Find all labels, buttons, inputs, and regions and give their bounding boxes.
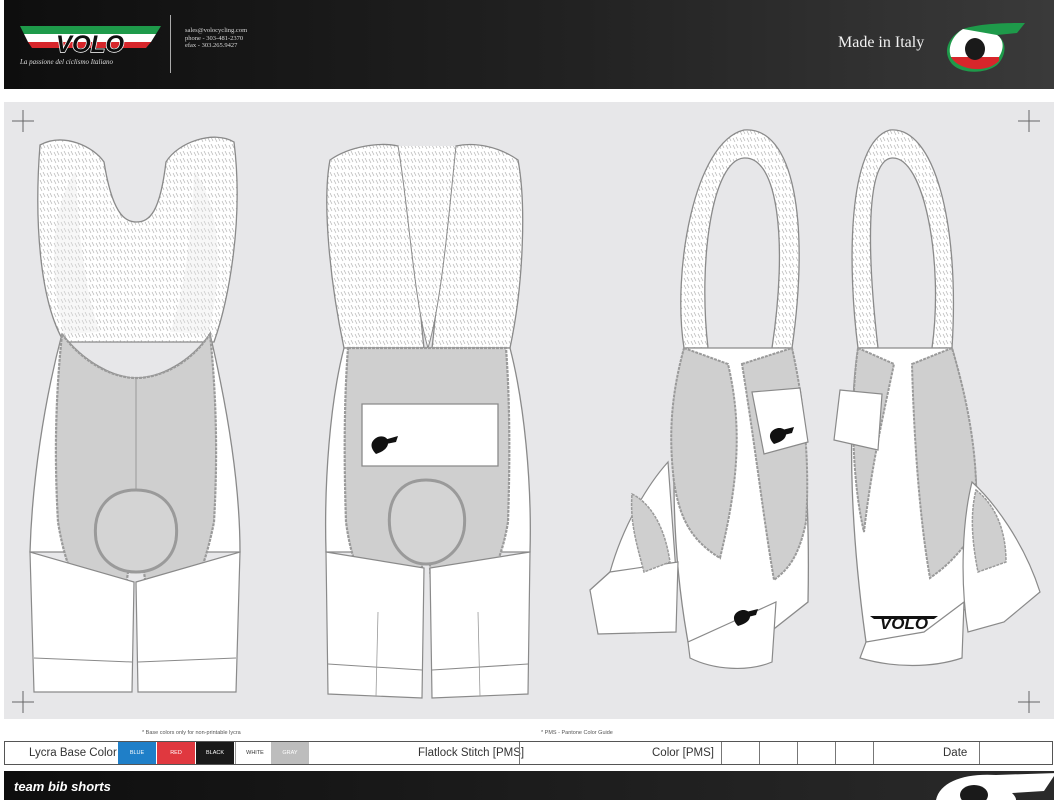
back-view-illustration <box>324 143 531 699</box>
color-pms-label: Color [PMS] <box>652 747 714 759</box>
header-divider <box>170 15 171 73</box>
swatch-black[interactable]: BLACK <box>196 742 234 764</box>
date-field[interactable] <box>979 742 1053 764</box>
bib-shorts-templates: VOLO <box>29 129 1041 699</box>
contact-email[interactable]: sales@volocycling.com <box>185 27 247 35</box>
color-pms-field[interactable] <box>797 742 836 764</box>
front-view-illustration <box>29 136 241 693</box>
date-label: Date <box>943 747 968 759</box>
left-side-view-illustration <box>589 129 810 669</box>
spec-table: Lycra Base Color BLUE RED BLACK WHITE GR… <box>4 741 1053 765</box>
color-pms-field[interactable] <box>835 742 874 764</box>
svg-text:VOLO: VOLO <box>56 31 124 58</box>
base-colors-note: * Base colors only for non-printable lyc… <box>142 730 241 736</box>
right-side-view-illustration: VOLO <box>833 129 1041 667</box>
made-in-italy-text: Made in Italy <box>838 34 925 51</box>
flatlock-stitch-label: Flatlock Stitch [PMS] <box>418 747 525 759</box>
color-pms-field[interactable] <box>721 742 760 764</box>
swatch-white[interactable]: WHITE <box>235 742 274 764</box>
contact-phone: phone - 303-481-2370 <box>185 34 244 42</box>
header-bar: VOLO La passione del ciclismo Italiano s… <box>4 0 1054 89</box>
swatch-red[interactable]: RED <box>157 742 195 764</box>
color-pms-field[interactable] <box>759 742 798 764</box>
lycra-base-color-label: Lycra Base Color <box>29 747 117 759</box>
product-title: team bib shorts <box>14 779 111 794</box>
contact-info: sales@volocycling.com phone - 303-481-23… <box>185 27 247 50</box>
volo-emblem-icon <box>936 773 1054 800</box>
pms-guide-note: * PMS - Pantone Color Guide <box>541 730 613 736</box>
contact-efax: efax - 303.265.9427 <box>185 42 238 49</box>
footer-bar: team bib shorts <box>4 771 1054 800</box>
tagline: La passione del ciclismo Italiano <box>20 58 113 66</box>
swatch-gray[interactable]: GRAY <box>271 742 309 764</box>
italy-flag-emblem-icon <box>947 23 1025 72</box>
swatch-blue[interactable]: BLUE <box>118 742 156 764</box>
design-canvas: VOLO <box>4 102 1054 719</box>
